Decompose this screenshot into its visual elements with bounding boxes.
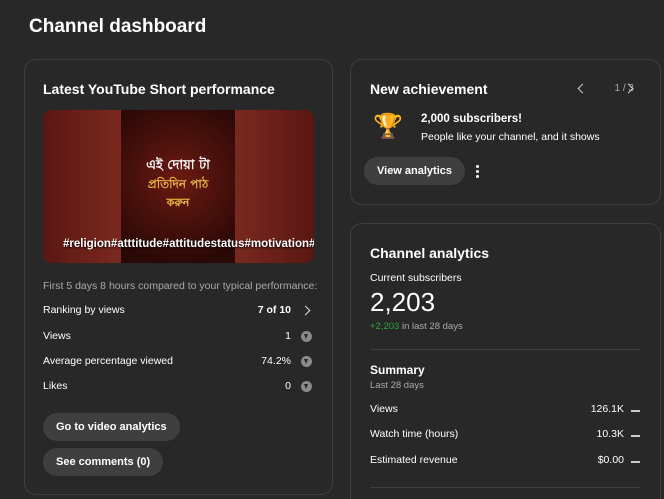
row-value: $0.00 xyxy=(597,454,624,466)
metric-label: Ranking by views xyxy=(43,304,125,316)
summary-title: Summary xyxy=(370,363,425,377)
arrow-down-circle-icon xyxy=(301,331,313,343)
analytics-row-views: Views 126.1K xyxy=(370,403,640,419)
summary-period: Last 28 days xyxy=(370,380,424,391)
go-to-video-analytics-button[interactable]: Go to video analytics xyxy=(43,413,180,441)
chevron-right-icon[interactable] xyxy=(300,305,313,317)
arrow-down-circle-icon xyxy=(301,356,313,368)
thumbnail-hashtags: #religion#atttitude#attitudestatus#motiv… xyxy=(63,238,314,250)
see-comments-button[interactable]: See comments (0) xyxy=(43,448,164,476)
dash-icon xyxy=(631,461,640,463)
chevron-left-icon[interactable] xyxy=(577,83,588,94)
metric-value: 0 xyxy=(285,380,291,392)
analytics-card-title: Channel analytics xyxy=(370,245,490,261)
trophy-icon: 🏆 xyxy=(373,113,403,140)
metric-row-views: Views 1 xyxy=(43,330,313,346)
achievement-subtitle: People like your channel, and it shows xyxy=(421,131,600,143)
row-value: 126.1K xyxy=(590,403,624,415)
delta-value: +2,203 xyxy=(370,321,400,332)
channel-analytics-card: Channel analytics Current subscribers 2,… xyxy=(350,223,661,499)
row-label: Views xyxy=(370,403,398,415)
divider xyxy=(370,487,641,488)
metric-value: 74.2% xyxy=(261,355,291,367)
divider xyxy=(370,349,641,350)
row-value: 10.3K xyxy=(596,428,624,440)
metric-value: 1 xyxy=(285,330,291,342)
achievement-title: 2,000 subscribers! xyxy=(421,113,523,125)
achievement-card: New achievement 1 / 3 🏆 2,000 subscriber… xyxy=(350,59,661,205)
row-label: Watch time (hours) xyxy=(370,428,459,440)
short-card-title: Latest YouTube Short performance xyxy=(43,81,275,97)
thumbnail-text-line-3: করুন xyxy=(166,196,190,209)
dash-icon xyxy=(631,435,640,437)
delta-text: in last 28 days xyxy=(399,321,463,332)
page-title: Channel dashboard xyxy=(29,16,207,37)
metric-row-likes: Likes 0 xyxy=(43,380,313,396)
thumbnail-text-line-1: এই দোয়া টা xyxy=(146,158,210,173)
metric-label: Average percentage viewed xyxy=(43,355,173,367)
thumbnail-text-line-2: প্রতিদিন পাঠ xyxy=(147,177,209,191)
subscriber-delta: +2,203 in last 28 days xyxy=(370,321,463,332)
row-label: Estimated revenue xyxy=(370,454,458,466)
latest-short-card: Latest YouTube Short performance এই দোয়… xyxy=(24,59,333,495)
current-subscribers-label: Current subscribers xyxy=(370,272,462,284)
view-analytics-button[interactable]: View analytics xyxy=(364,157,466,185)
analytics-row-watch-time: Watch time (hours) 10.3K xyxy=(370,428,640,444)
metric-value: 7 of 10 xyxy=(257,304,291,316)
arrow-down-circle-icon xyxy=(301,381,313,393)
short-thumbnail[interactable]: এই দোয়া টা প্রতিদিন পাঠ করুন #religion#… xyxy=(43,110,314,263)
subscriber-count: 2,203 xyxy=(370,287,436,317)
metric-label: Views xyxy=(43,330,71,342)
compare-text: First 5 days 8 hours compared to your ty… xyxy=(43,280,318,292)
analytics-row-revenue: Estimated revenue $0.00 xyxy=(370,454,640,470)
achievement-card-title: New achievement xyxy=(370,81,488,97)
more-options-icon[interactable] xyxy=(470,164,484,180)
metric-row-avg-viewed: Average percentage viewed 74.2% xyxy=(43,355,313,371)
dash-icon xyxy=(631,410,640,412)
metric-row-ranking[interactable]: Ranking by views 7 of 10 xyxy=(43,304,313,320)
metric-label: Likes xyxy=(43,380,68,392)
